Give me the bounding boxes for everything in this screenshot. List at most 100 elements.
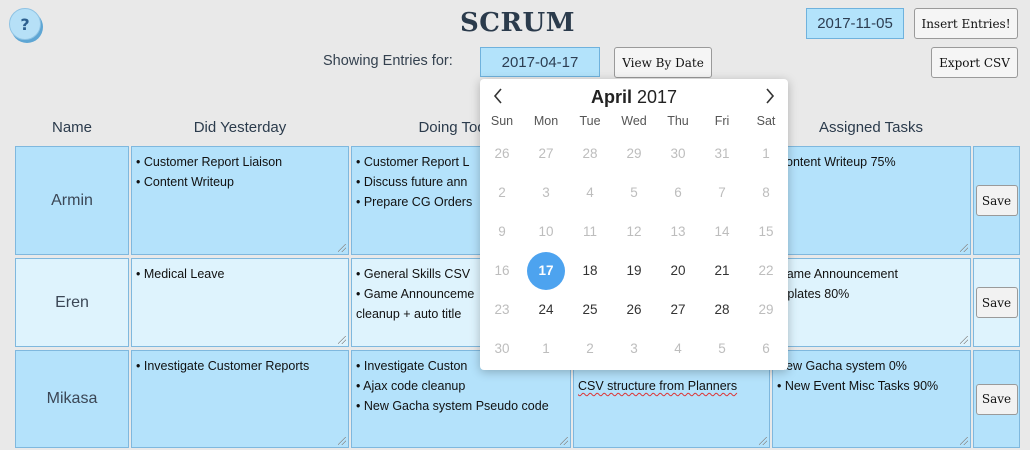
calendar-day: 4 [586, 185, 594, 200]
save-cell: Save [973, 258, 1020, 347]
calendar-day[interactable]: 19 [612, 252, 656, 290]
assigned-tasks-textarea[interactable]: New Gacha system 0% • New Event Misc Tas… [772, 350, 971, 448]
save-button[interactable]: Save [975, 287, 1018, 318]
weekday-label: Sat [756, 114, 776, 128]
calendar-day: 26 [494, 146, 510, 161]
weekday-label: Sun [490, 114, 514, 128]
assigned-tasks-textarea[interactable]: Game Announcement mplates 80% [772, 258, 971, 347]
entry-line: Content Writeup 75% [777, 155, 896, 169]
save-button[interactable]: Save [975, 383, 1018, 415]
save-cell: Save [973, 146, 1020, 255]
calendar-day[interactable]: 21 [700, 252, 744, 290]
calendar-day: 1 [542, 341, 550, 356]
did-yesterday-textarea[interactable]: • Medical Leave [131, 258, 349, 347]
calendar-day: 30 [670, 146, 686, 161]
calendar-day: 3 [630, 341, 638, 356]
header-assigned-tasks: Assigned Tasks [819, 119, 923, 136]
entry-line: • Investigate Customer Reports [136, 359, 310, 373]
row-name-cell: Armin [15, 146, 129, 255]
calendar-day: 28 [582, 146, 598, 161]
resize-handle[interactable] [338, 437, 346, 445]
header-name: Name [51, 119, 92, 136]
calendar-day: 22 [758, 263, 774, 278]
calendar-day[interactable]: 28 [700, 291, 744, 329]
calendar-day: 14 [714, 224, 730, 239]
entry-line: • Ajax code cleanup [356, 379, 466, 393]
row-name-cell: Mikasa [15, 350, 129, 448]
calendar-day: 1 [762, 146, 770, 161]
calendar-day[interactable]: 20 [656, 252, 700, 290]
calendar-day: 6 [674, 185, 682, 200]
calendar-day: 12 [626, 224, 642, 239]
assigned-tasks-textarea[interactable]: Content Writeup 75% [772, 146, 971, 255]
showing-entries-label: Showing Entries for: [323, 53, 453, 69]
row-name: Armin [51, 191, 93, 209]
date-picker-popup: April 2017 Sun Mon Tue Wed Thu Fri Sat 26 27 28 29… [480, 79, 788, 370]
calendar-day: 7 [718, 185, 726, 200]
export-csv-button[interactable]: Export CSV [931, 47, 1018, 78]
calendar-month-year: April 2017 [480, 87, 788, 108]
row-name-cell: Eren [15, 258, 129, 347]
weekday-label: Fri [714, 114, 730, 128]
resize-handle[interactable] [759, 437, 767, 445]
calendar-day[interactable]: 25 [568, 291, 612, 329]
calendar-day[interactable]: 26 [612, 291, 656, 329]
calendar-day: 2 [498, 185, 506, 200]
calendar-day: 3 [542, 185, 550, 200]
resize-handle[interactable] [338, 244, 346, 252]
calendar-day: 23 [494, 302, 510, 317]
entry-text: CSV structure from Planners [578, 379, 738, 393]
calendar-year: 2017 [636, 87, 678, 107]
resize-handle[interactable] [560, 437, 568, 445]
header-did-yesterday: Did Yesterday [193, 119, 287, 136]
calendar-day: 5 [718, 341, 726, 356]
calendar-day: 10 [538, 224, 554, 239]
calendar-day: 9 [498, 224, 506, 239]
calendar-day: 8 [762, 185, 770, 200]
view-by-date-button[interactable]: View By Date [614, 47, 712, 78]
calendar-day-selected[interactable]: 17 [524, 252, 568, 290]
row-name: Eren [55, 293, 89, 311]
did-yesterday-textarea[interactable]: • Customer Report Liaison • Content Writ… [131, 146, 349, 255]
resize-handle[interactable] [338, 336, 346, 344]
calendar-day: 6 [762, 341, 770, 356]
calendar-day[interactable]: 24 [524, 291, 568, 329]
calendar-day: 29 [758, 302, 774, 317]
save-cell: Save [973, 350, 1020, 448]
showing-date-input[interactable]: 2017-04-17 [480, 47, 600, 77]
entry-line: Game Announcement [777, 267, 898, 281]
resize-handle[interactable] [960, 336, 968, 344]
calendar-month: April [590, 87, 632, 107]
calendar-day: 11 [582, 224, 597, 239]
did-yesterday-textarea[interactable]: • Investigate Customer Reports [131, 350, 349, 448]
entry-line: • New Event Misc Tasks 90% [777, 379, 939, 393]
calendar-day: 15 [758, 224, 774, 239]
entry-line: New Gacha system 0% [777, 359, 907, 373]
calendar-day: 16 [494, 263, 510, 278]
calendar-day: 30 [494, 341, 510, 356]
calendar-day: 2 [586, 341, 594, 356]
weekday-label: Tue [579, 114, 601, 128]
entry-line: CSV structure from Planners [578, 376, 765, 396]
entry-line: • Medical Leave [136, 267, 225, 281]
calendar-day: 4 [674, 341, 682, 356]
calendar-day: 27 [538, 146, 554, 161]
calendar-day[interactable]: 27 [656, 291, 700, 329]
current-date-field[interactable]: 2017-11-05 [806, 8, 904, 39]
entry-line: • Content Writeup [136, 175, 234, 189]
weekday-label: Wed [621, 114, 647, 128]
entry-line: mplates 80% [777, 287, 850, 301]
weekday-label: Mon [533, 114, 559, 128]
weekday-label: Thu [667, 114, 689, 128]
save-button[interactable]: Save [975, 185, 1018, 216]
entry-line: • New Gacha system Pseudo code [356, 399, 549, 413]
calendar-day: 13 [670, 224, 686, 239]
resize-handle[interactable] [960, 244, 968, 252]
entry-line: • Customer Report Liaison [136, 155, 283, 169]
insert-entries-button[interactable]: Insert Entries! [914, 8, 1018, 39]
calendar-day: 31 [714, 146, 730, 161]
resize-handle[interactable] [960, 437, 968, 445]
row-name: Mikasa [46, 390, 98, 407]
calendar-day[interactable]: 18 [568, 252, 612, 290]
chevron-right-icon[interactable] [764, 87, 776, 111]
